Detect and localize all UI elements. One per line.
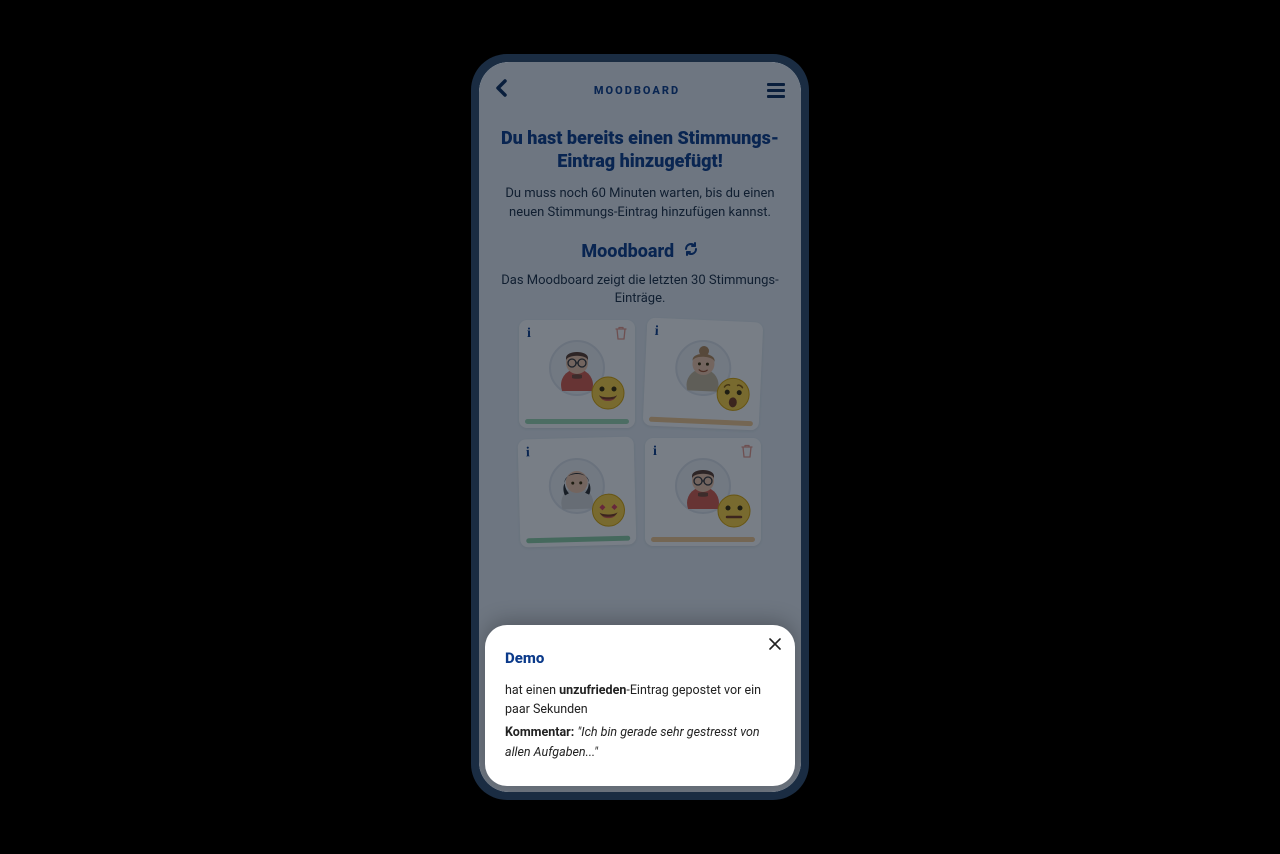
mood-emoji-excited <box>591 493 626 528</box>
close-button[interactable] <box>769 635 781 654</box>
mood-bar <box>651 537 755 542</box>
mood-card[interactable]: i <box>518 437 637 548</box>
popup-message: hat einen unzufrieden-Eintrag gepostet v… <box>505 681 775 720</box>
chevron-left-icon <box>495 79 507 97</box>
neutral-face-icon <box>717 494 751 528</box>
delete-button[interactable] <box>615 326 627 344</box>
topbar: MOODBOARD <box>495 76 785 110</box>
info-icon[interactable]: i <box>654 324 659 340</box>
headline: Du hast bereits einen Stimmungs-Eintrag … <box>499 128 781 173</box>
mood-card[interactable]: i <box>519 320 635 428</box>
mood-card[interactable]: i <box>643 318 764 431</box>
screen: MOODBOARD Du hast bereits einen Stimmung… <box>479 62 801 792</box>
info-icon[interactable]: i <box>527 326 531 342</box>
hamburger-icon <box>767 83 785 86</box>
info-icon[interactable]: i <box>653 444 657 460</box>
refresh-icon <box>683 241 699 257</box>
trash-icon <box>741 444 753 458</box>
hamburger-menu-button[interactable] <box>767 83 785 98</box>
delete-button[interactable] <box>741 444 753 462</box>
refresh-button[interactable] <box>683 241 699 261</box>
mood-bar <box>649 417 753 427</box>
info-icon[interactable]: i <box>526 445 530 461</box>
excited-face-icon <box>591 493 626 528</box>
mood-emoji-sad <box>715 377 750 412</box>
sad-face-icon <box>715 377 750 412</box>
back-button[interactable] <box>495 78 507 102</box>
popup-comment: Kommentar: "Ich bin gerade sehr gestress… <box>505 723 775 762</box>
moodboard-heading-text: Moodboard <box>581 241 674 262</box>
popup-title: Demo <box>505 649 775 667</box>
notification-popup: Demo hat einen unzufrieden-Eintrag gepos… <box>485 625 795 787</box>
mood-bar <box>525 419 629 424</box>
moodboard-heading: Moodboard <box>495 241 785 262</box>
mood-emoji-neutral <box>717 494 751 528</box>
close-icon <box>769 638 781 650</box>
happy-face-icon <box>591 376 625 410</box>
trash-icon <box>615 326 627 340</box>
mood-cards-grid: i <box>495 320 785 546</box>
wait-message: Du muss noch 60 Minuten warten, bis du e… <box>501 185 779 223</box>
page-title: MOODBOARD <box>594 84 680 97</box>
mood-bar <box>526 536 630 544</box>
phone-frame: MOODBOARD Du hast bereits einen Stimmung… <box>471 54 809 800</box>
mood-card[interactable]: i <box>645 438 761 546</box>
mood-emoji-happy <box>591 376 625 410</box>
moodboard-subtitle: Das Moodboard zeigt die letzten 30 Stimm… <box>501 272 779 308</box>
